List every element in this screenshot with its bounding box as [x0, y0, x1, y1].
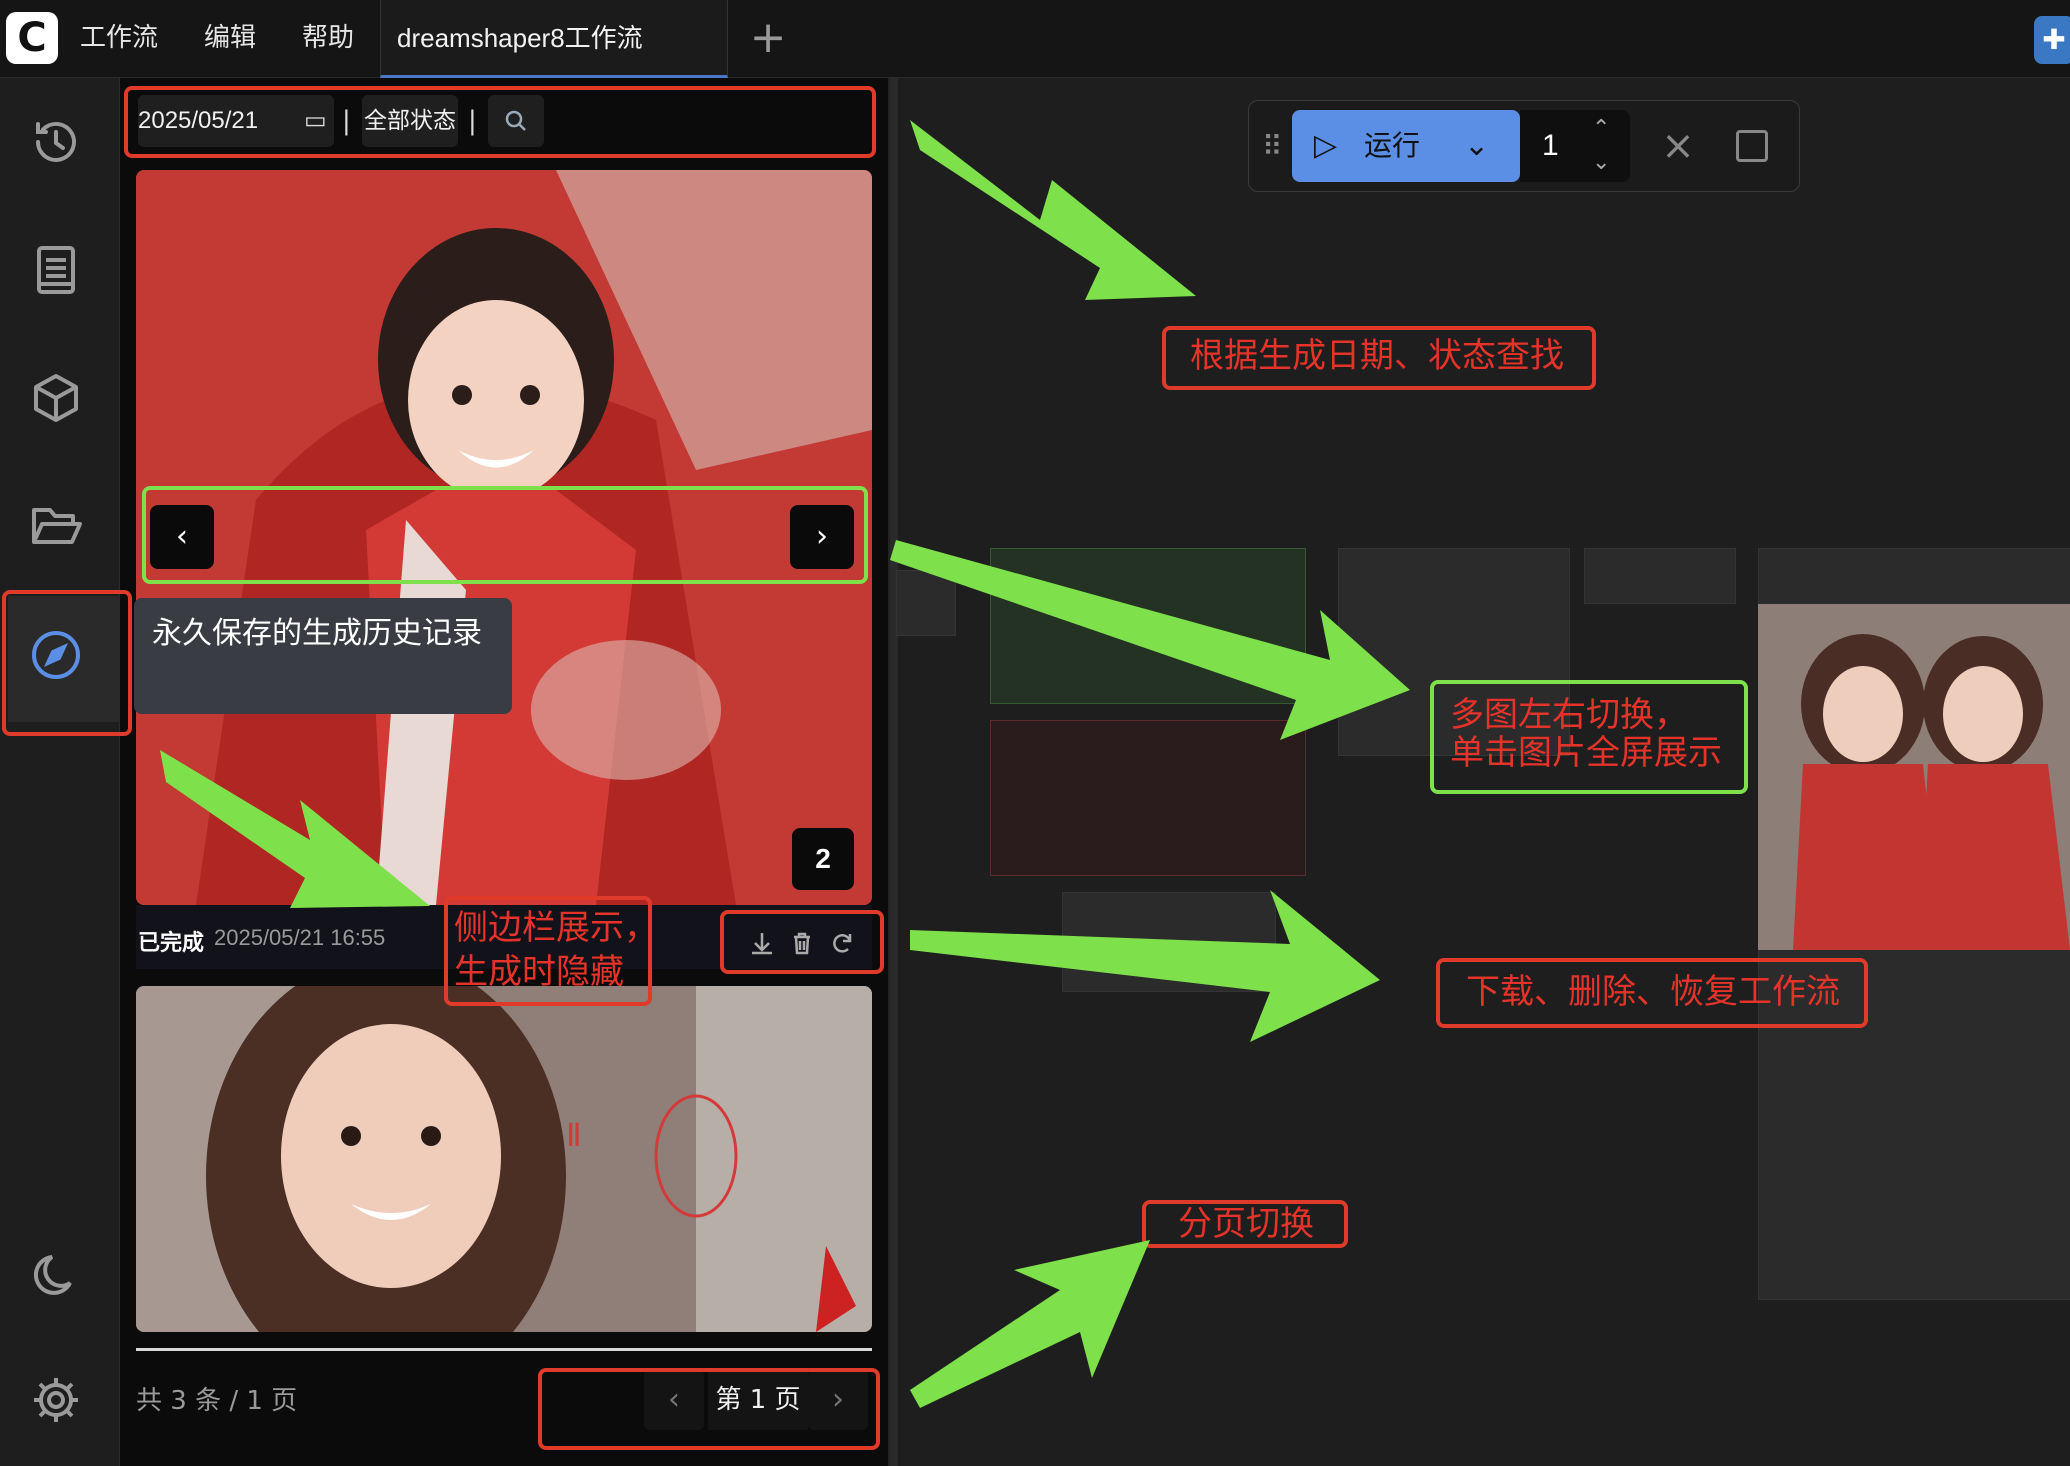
- arrow-switch: [890, 540, 1410, 740]
- annotation-arrows: [160, 120, 1410, 1408]
- arrow-search: [910, 120, 1196, 300]
- arrow-sidebar: [160, 750, 430, 908]
- arrow-actions: [910, 890, 1380, 1042]
- arrow-paging: [910, 1240, 1150, 1408]
